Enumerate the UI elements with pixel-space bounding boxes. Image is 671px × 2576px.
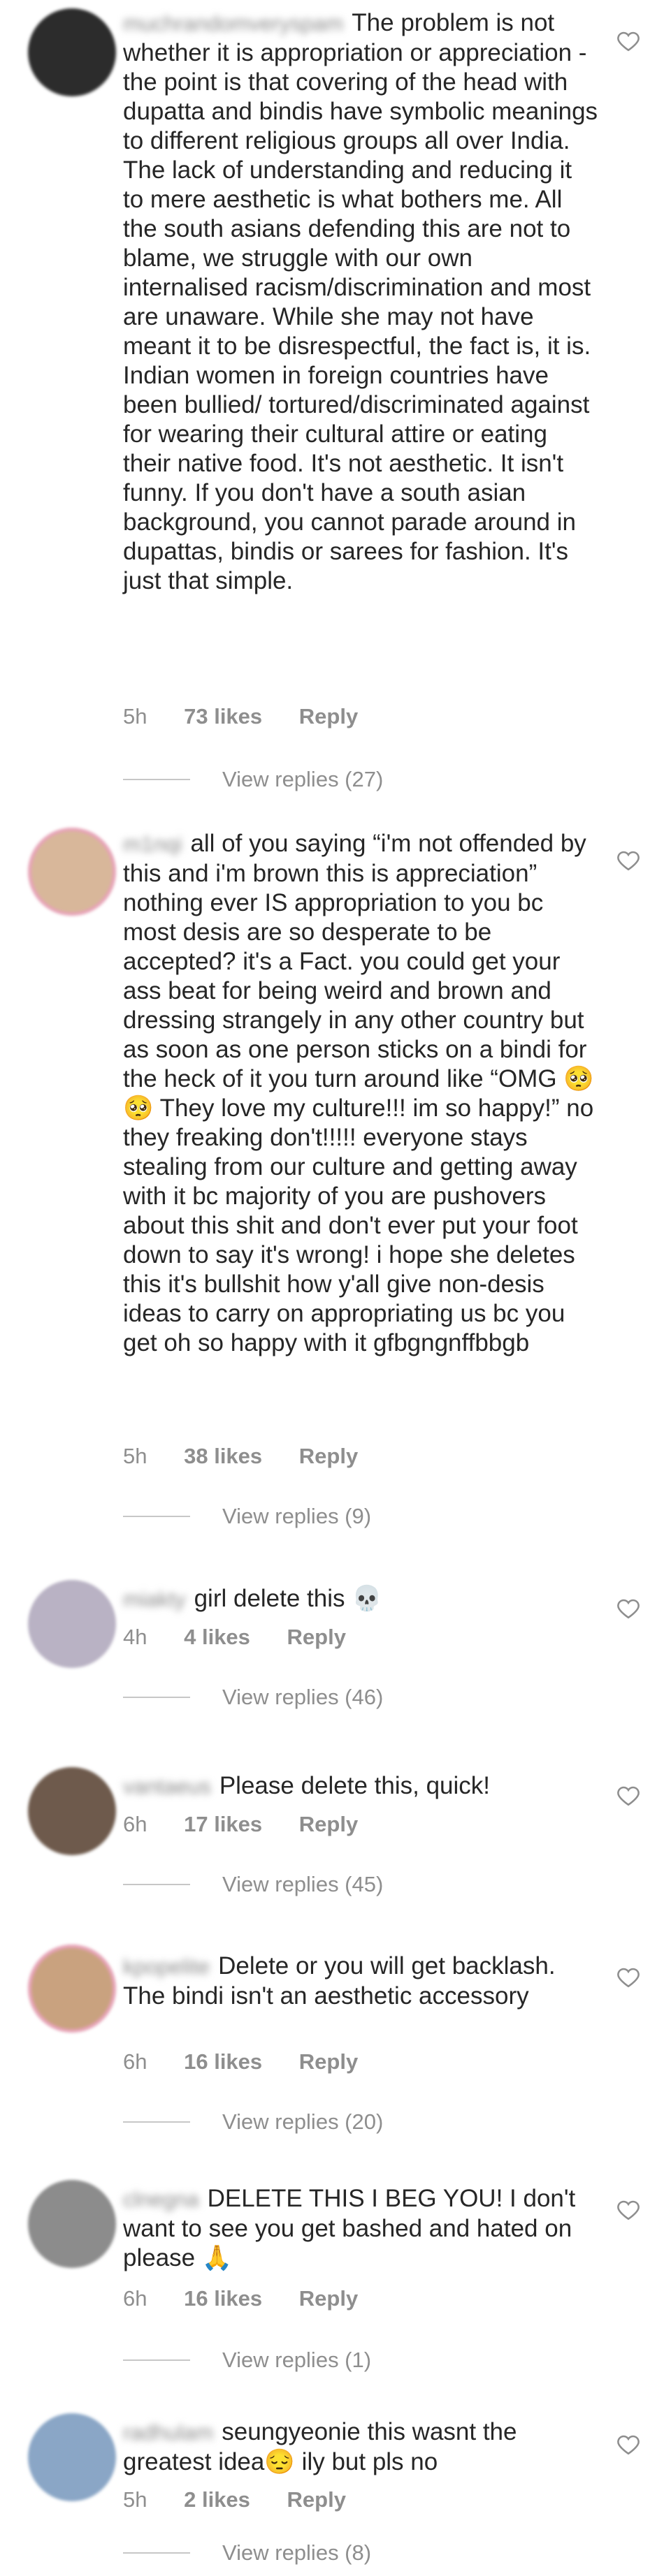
- comment-username[interactable]: m1nqi: [123, 830, 182, 859]
- heart-icon[interactable]: [616, 1597, 640, 1620]
- comment-username[interactable]: kpopelite: [123, 1952, 210, 1982]
- divider: [123, 2359, 190, 2361]
- comment-meta: 5h 2 likes Reply: [123, 2487, 377, 2512]
- avatar[interactable]: [28, 2413, 116, 2501]
- reply-button[interactable]: Reply: [299, 704, 358, 729]
- avatar[interactable]: [28, 1767, 116, 1855]
- comment-body: miakty girl delete this 💀: [123, 1584, 598, 1614]
- avatar[interactable]: [28, 8, 116, 96]
- view-replies-link[interactable]: View replies (45): [123, 1872, 383, 1897]
- divider: [123, 2121, 190, 2123]
- likes-count[interactable]: 2 likes: [184, 2487, 250, 2512]
- comment-meta: 6h 16 likes Reply: [123, 2286, 389, 2311]
- comments-feed: muchrandomveryspam The problem is not whe…: [0, 0, 671, 2576]
- comment-username[interactable]: radhulam: [123, 2418, 213, 2447]
- view-replies-label: View replies (20): [222, 2109, 384, 2134]
- comment-meta: 5h 73 likes Reply: [123, 704, 389, 729]
- comment-body: muchrandomveryspam The problem is not whe…: [123, 8, 598, 596]
- comment-time: 6h: [123, 2049, 147, 2074]
- view-replies-link[interactable]: View replies (20): [123, 2109, 383, 2135]
- comment-username[interactable]: muchrandomveryspam: [123, 9, 343, 38]
- heart-icon[interactable]: [616, 1966, 640, 1989]
- view-replies-label: View replies (8): [222, 2540, 372, 2565]
- reply-button[interactable]: Reply: [299, 2049, 358, 2074]
- comment-meta: 4h 4 likes Reply: [123, 1625, 377, 1650]
- reply-button[interactable]: Reply: [287, 1625, 346, 1649]
- heart-icon[interactable]: [616, 2198, 640, 2222]
- view-replies-link[interactable]: View replies (27): [123, 767, 383, 792]
- avatar[interactable]: [28, 1580, 116, 1668]
- view-replies-link[interactable]: View replies (46): [123, 1685, 383, 1710]
- view-replies-link[interactable]: View replies (1): [123, 2348, 371, 2373]
- comment-text: all of you saying “i'm not offended by t…: [123, 830, 594, 1356]
- comment-meta: 5h 38 likes Reply: [123, 1444, 389, 1469]
- heart-icon[interactable]: [616, 1784, 640, 1808]
- comment-body: m1nqi all of you saying “i'm not offended…: [123, 829, 598, 1358]
- likes-count[interactable]: 73 likes: [184, 704, 262, 729]
- comment-time: 5h: [123, 1444, 147, 1468]
- comment-meta: 6h 16 likes Reply: [123, 2049, 389, 2074]
- view-replies-label: View replies (9): [222, 1504, 372, 1528]
- avatar[interactable]: [28, 1945, 116, 2033]
- likes-count[interactable]: 38 likes: [184, 1444, 262, 1468]
- comment-username[interactable]: miakty: [123, 1585, 186, 1614]
- likes-count[interactable]: 4 likes: [184, 1625, 250, 1649]
- comment-time: 6h: [123, 2286, 147, 2311]
- reply-button[interactable]: Reply: [299, 1444, 358, 1468]
- likes-count[interactable]: 16 likes: [184, 2286, 262, 2311]
- view-replies-label: View replies (27): [222, 767, 384, 791]
- comment-body: vantaeus Please delete this, quick!: [123, 1771, 598, 1801]
- heart-icon[interactable]: [616, 2433, 640, 2457]
- reply-button[interactable]: Reply: [299, 1812, 358, 1836]
- divider: [123, 1697, 190, 1698]
- comment-time: 4h: [123, 1625, 147, 1649]
- comment-text: The problem is not whether it is appropr…: [123, 9, 598, 594]
- comment-time: 5h: [123, 704, 147, 729]
- comment-text: girl delete this 💀: [194, 1585, 382, 1612]
- comment-text: Please delete this, quick!: [219, 1772, 490, 1799]
- view-replies-label: View replies (1): [222, 2348, 372, 2372]
- likes-count[interactable]: 16 likes: [184, 2049, 262, 2074]
- comment-time: 5h: [123, 2487, 147, 2512]
- divider: [123, 1884, 190, 1885]
- heart-icon[interactable]: [616, 29, 640, 53]
- reply-button[interactable]: Reply: [299, 2286, 358, 2311]
- heart-icon[interactable]: [616, 849, 640, 872]
- comment-meta: 6h 17 likes Reply: [123, 1812, 389, 1837]
- reply-button[interactable]: Reply: [287, 2487, 346, 2512]
- comment-body: clnegna DELETE THIS I BEG YOU! I don't wa…: [123, 2184, 598, 2273]
- divider: [123, 1516, 190, 1517]
- divider: [123, 2552, 190, 2554]
- comment-body: radhulam seungyeonie this wasnt the great…: [123, 2417, 598, 2477]
- comment-username[interactable]: clnegna: [123, 2185, 199, 2214]
- likes-count[interactable]: 17 likes: [184, 1812, 262, 1836]
- avatar[interactable]: [28, 2180, 116, 2268]
- view-replies-link[interactable]: View replies (9): [123, 1504, 371, 1529]
- view-replies-label: View replies (45): [222, 1872, 384, 1896]
- divider: [123, 779, 190, 780]
- comment-time: 6h: [123, 1812, 147, 1836]
- comment-body: kpopelite Delete or you will get backlash…: [123, 1952, 598, 2011]
- view-replies-link[interactable]: View replies (8): [123, 2540, 371, 2566]
- avatar[interactable]: [28, 828, 116, 916]
- view-replies-label: View replies (46): [222, 1685, 384, 1709]
- comment-username[interactable]: vantaeus: [123, 1772, 211, 1801]
